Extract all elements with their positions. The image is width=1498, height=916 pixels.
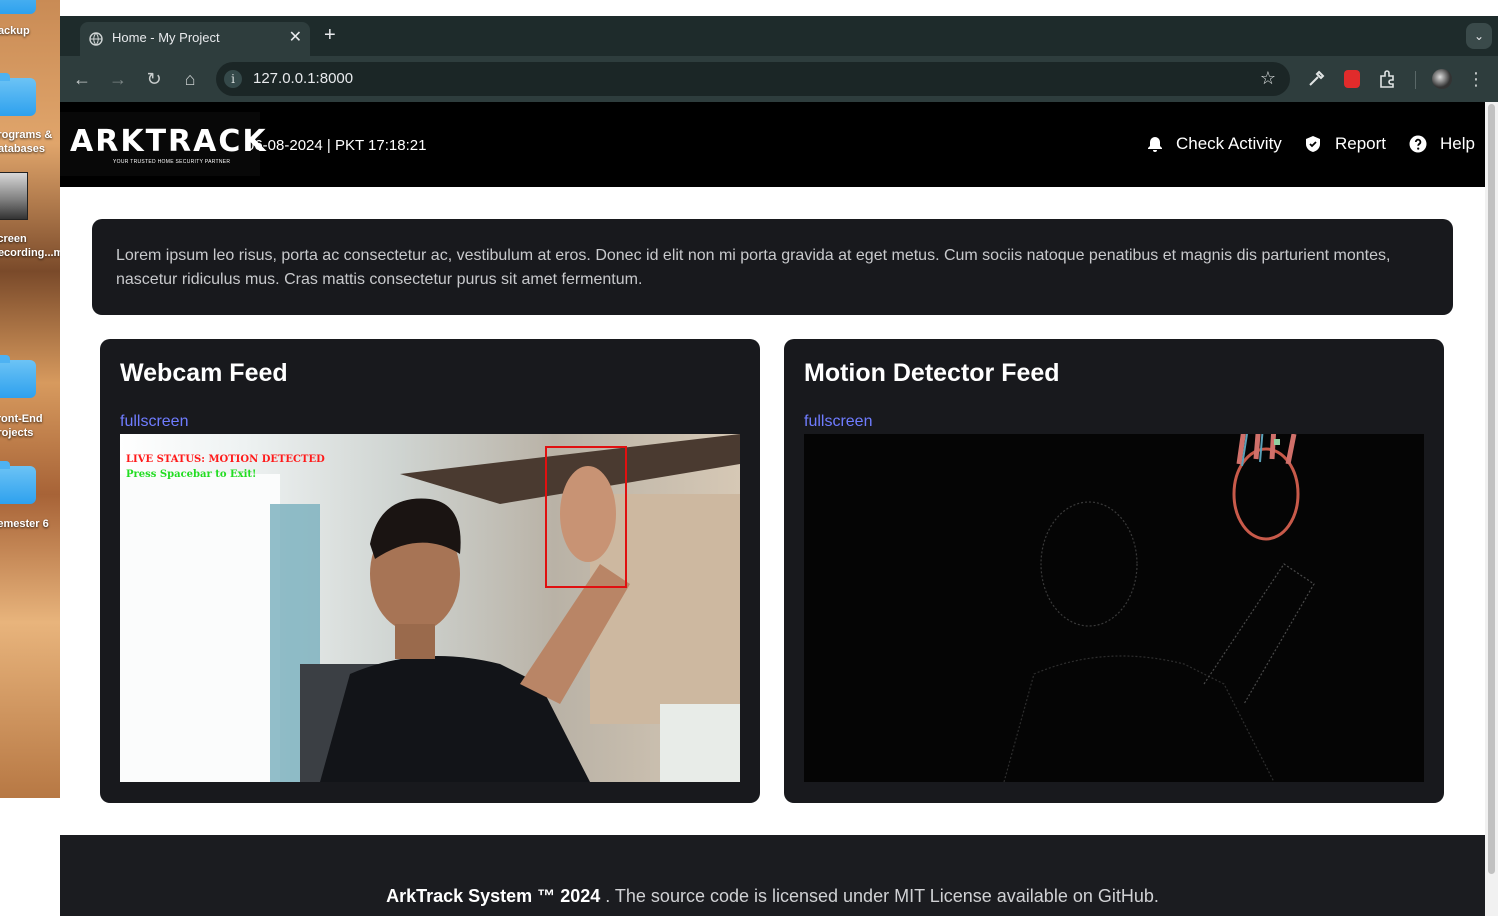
motion-frame-image (1003, 434, 1315, 782)
question-circle-icon (1409, 135, 1427, 153)
folder-icon (0, 0, 36, 14)
nav-label: Check Activity (1176, 134, 1282, 153)
nav-help[interactable]: Help (1409, 134, 1475, 154)
nav-label: Report (1335, 134, 1387, 153)
webcam-feed-title: Webcam Feed (120, 359, 288, 387)
web-page: ARKTRACK YOUR TRUSTED HOME SECURITY PART… (60, 102, 1485, 916)
desktop-item-label: Front-End Projects (0, 413, 43, 439)
live-status-overlay: LIVE STATUS: MOTION DETECTED (126, 454, 325, 465)
toolbar-divider (1415, 71, 1416, 89)
video-thumbnail (0, 172, 28, 220)
profile-avatar[interactable] (1432, 69, 1452, 89)
motion-fullscreen-link[interactable]: fullscreen (804, 413, 872, 431)
desktop-item-label: Semester 6 (0, 518, 49, 530)
folder-icon (0, 73, 36, 116)
webcam-feed-card: Webcam Feed fullscreen LIVE STATUS: MOTI… (100, 339, 760, 803)
folder-icon (0, 461, 36, 504)
motion-video-stream (804, 434, 1424, 782)
site-header: ARKTRACK YOUR TRUSTED HOME SECURITY PART… (60, 102, 1485, 187)
nav-label: Help (1440, 134, 1475, 153)
eyedropper-extension-icon[interactable] (1305, 68, 1327, 90)
puzzle-extensions-icon[interactable] (1377, 68, 1399, 90)
red-extension-icon[interactable] (1344, 70, 1360, 88)
browser-toolbar: ← → ↻ ⌂ i 127.0.0.1:8000 ☆ ⋮ (60, 56, 1498, 102)
browser-window: Home - My Project ✕ + ⌄ ← → ↻ ⌂ i 127.0.… (60, 16, 1498, 916)
url-text[interactable]: 127.0.0.1:8000 (253, 70, 353, 87)
close-icon[interactable]: ✕ (289, 27, 302, 47)
folder-icon (0, 355, 36, 398)
webcam-fullscreen-link[interactable]: fullscreen (120, 413, 188, 431)
footer-text: ArkTrack System ™ 2024 . The source code… (60, 886, 1485, 907)
intro-panel: Lorem ipsum leo risus, porta ac consecte… (92, 219, 1453, 315)
nav-check-activity[interactable]: Check Activity (1146, 134, 1282, 154)
page-scrollbar[interactable] (1485, 102, 1498, 916)
back-arrow-icon[interactable]: ← (71, 68, 93, 90)
tab-bar: Home - My Project ✕ + ⌄ (60, 16, 1498, 56)
logo-wordmark: ARKTRACK (70, 124, 268, 159)
shield-icon (1306, 136, 1320, 152)
kebab-menu-icon[interactable]: ⋮ (1465, 68, 1487, 90)
exit-hint-overlay: Press Spacebar to Exit! (126, 469, 257, 480)
desktop-background: Backup Programs & Databases Screen Recor… (0, 0, 60, 798)
current-datetime: 06-08-2024 | PKT 17:18:21 (246, 137, 427, 154)
new-tab-button[interactable]: + (324, 24, 336, 47)
tab-home[interactable]: Home - My Project ✕ (80, 22, 310, 56)
webcam-video-stream: LIVE STATUS: MOTION DETECTED Press Space… (120, 434, 740, 782)
motion-detector-card: Motion Detector Feed fullscreen (784, 339, 1444, 803)
globe-icon (89, 32, 103, 46)
scrollbar-thumb[interactable] (1488, 104, 1495, 874)
desktop-item-label: Programs & Databases (0, 129, 53, 155)
info-icon[interactable]: i (224, 70, 242, 88)
motion-feed-title: Motion Detector Feed (804, 359, 1060, 387)
desktop-item-label: Screen Recording...mov (0, 233, 60, 259)
site-footer: ArkTrack System ™ 2024 . The source code… (60, 835, 1485, 916)
nav-report[interactable]: Report (1304, 134, 1386, 154)
footer-brand: ArkTrack System ™ 2024 (386, 886, 601, 906)
desktop-item-label: Backup (0, 25, 30, 37)
forward-arrow-icon[interactable]: → (107, 68, 129, 90)
webcam-frame-image (120, 434, 740, 782)
home-icon[interactable]: ⌂ (179, 68, 201, 90)
chevron-down-icon[interactable]: ⌄ (1466, 23, 1492, 49)
reload-icon[interactable]: ↻ (143, 68, 165, 90)
bookmark-star-icon[interactable]: ☆ (1260, 68, 1276, 89)
bell-icon (1148, 137, 1162, 152)
logo-tagline: YOUR TRUSTED HOME SECURITY PARTNER (113, 159, 231, 165)
tab-title: Home - My Project (112, 30, 220, 45)
site-logo[interactable]: ARKTRACK YOUR TRUSTED HOME SECURITY PART… (60, 112, 266, 176)
intro-text: Lorem ipsum leo risus, porta ac consecte… (116, 247, 1391, 288)
address-bar[interactable]: i 127.0.0.1:8000 ☆ (216, 62, 1290, 96)
footer-license: . The source code is licensed under MIT … (600, 886, 1159, 906)
